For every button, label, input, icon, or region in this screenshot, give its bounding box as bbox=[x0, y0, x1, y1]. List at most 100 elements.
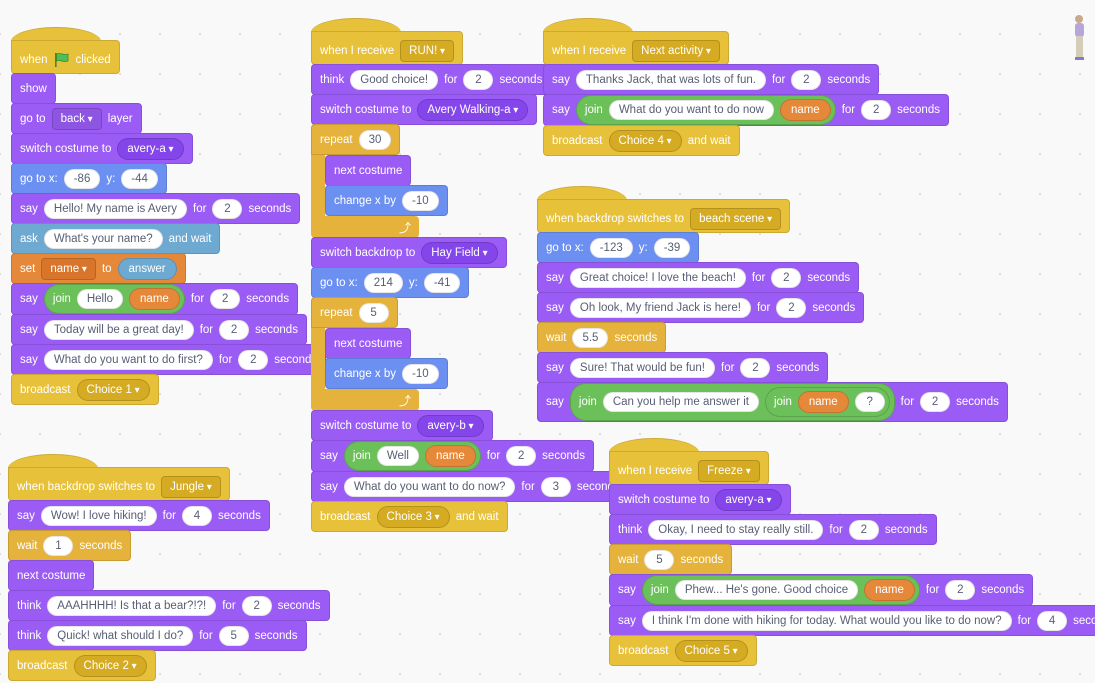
text-input[interactable]: -86 bbox=[63, 168, 101, 189]
text-input[interactable]: Can you help me answer it bbox=[602, 392, 759, 412]
looks-block[interactable]: say Thanks Jack, that was lots of fun. for… bbox=[543, 64, 880, 95]
text-input[interactable]: What do you want to do now bbox=[608, 100, 774, 120]
text-input[interactable]: 2 bbox=[238, 349, 269, 370]
looks-block[interactable]: say join Phew... He's gone. Good choice nam… bbox=[609, 574, 1034, 606]
text-input[interactable]: Okay, I need to stay really still. bbox=[648, 519, 824, 540]
events-block[interactable]: broadcast Choice 2 bbox=[8, 650, 156, 681]
looks-block[interactable]: say join Hello name for 2 seconds bbox=[11, 283, 299, 315]
looks-block[interactable]: say What do you want to do now? for 3 second… bbox=[311, 471, 629, 502]
text-input[interactable]: 2 bbox=[848, 519, 879, 540]
text-input[interactable]: 2 bbox=[945, 580, 976, 600]
looks-block[interactable]: say join What do you want to do now name for… bbox=[543, 94, 949, 126]
text-input[interactable]: -41 bbox=[423, 272, 461, 293]
variable-reporter[interactable]: name bbox=[797, 391, 849, 413]
looks-block[interactable]: think Good choice! for 2 seconds bbox=[311, 64, 552, 95]
looks-block[interactable]: think Okay, I need to stay really still. f… bbox=[609, 514, 937, 545]
text-input[interactable]: 2 bbox=[791, 69, 822, 90]
text-input[interactable]: Good choice! bbox=[350, 69, 439, 90]
text-input[interactable]: -44 bbox=[121, 168, 158, 189]
text-input[interactable]: 2 bbox=[771, 267, 802, 288]
looks-block[interactable]: say Wow! I love hiking! for 4 seconds bbox=[8, 500, 270, 531]
dropdown-menu[interactable]: Avery Walking-a bbox=[417, 98, 529, 121]
text-input[interactable]: Great choice! I love the beach! bbox=[569, 267, 746, 288]
script-stack[interactable]: when clicked show go to back layer switch cost… bbox=[11, 27, 327, 405]
join-operator-block[interactable]: join Phew... He's gone. Good choice name bbox=[641, 575, 920, 605]
text-input[interactable]: AAAHHHH! Is that a bear?!?! bbox=[47, 595, 217, 616]
sensing-block[interactable]: ask What's your name? and wait bbox=[11, 223, 221, 254]
looks-block[interactable]: say Great choice! I love the beach! for 2 se… bbox=[537, 262, 860, 293]
text-input[interactable]: ? bbox=[854, 392, 885, 412]
motion-block[interactable]: change x by -10 bbox=[325, 185, 448, 216]
text-input[interactable]: Today will be a great day! bbox=[43, 319, 194, 340]
hat-events-block[interactable]: when I receive RUN! bbox=[311, 18, 464, 65]
script-stack[interactable]: when backdrop switches tobeach scenego t… bbox=[537, 186, 1008, 422]
looks-block[interactable]: switch costume to avery-a bbox=[11, 133, 193, 164]
looks-block[interactable]: say join Well name for 2 seconds bbox=[311, 440, 595, 472]
text-input[interactable]: Wow! I love hiking! bbox=[40, 505, 157, 526]
looks-block[interactable]: say Hello! My name is Avery for 2 seconds bbox=[11, 193, 301, 224]
looks-block[interactable]: say I think I'm done with hiking for toda… bbox=[609, 605, 1095, 636]
dropdown-menu[interactable]: Choice 3 bbox=[376, 505, 450, 528]
dropdown-field[interactable]: back bbox=[51, 107, 102, 130]
looks-block[interactable]: say What do you want to do first? for 2 seco… bbox=[11, 344, 327, 375]
looks-block[interactable]: next costume bbox=[325, 328, 412, 359]
motion-block[interactable]: go to x: 214 y: -41 bbox=[311, 267, 470, 298]
control-block[interactable]: wait 5 seconds bbox=[609, 544, 733, 575]
variable-reporter[interactable]: name bbox=[129, 288, 180, 310]
dropdown-menu[interactable]: avery-b bbox=[417, 414, 484, 437]
looks-block[interactable]: switch backdrop to Hay Field bbox=[311, 237, 507, 268]
text-input[interactable]: -10 bbox=[402, 190, 439, 211]
looks-block[interactable]: say Sure! That would be fun! for 2 seconds bbox=[537, 352, 829, 383]
text-input[interactable]: 2 bbox=[506, 446, 537, 466]
looks-block[interactable]: show bbox=[11, 73, 56, 104]
script-stack[interactable]: when backdrop switches to Jungle say Wow! I… bbox=[8, 454, 330, 681]
looks-block[interactable]: switch costume to avery-b bbox=[311, 410, 493, 441]
repeat-block-header[interactable]: repeat 5 bbox=[311, 297, 398, 328]
repeat-block[interactable]: repeat 5 next costume change x by -10 ⤴ bbox=[311, 297, 448, 411]
text-input[interactable]: 4 bbox=[1037, 610, 1068, 631]
looks-block[interactable]: think Quick! what should I do? for 5 seconds bbox=[8, 620, 307, 651]
variable-reporter[interactable]: name bbox=[779, 99, 831, 121]
looks-block[interactable]: next costume bbox=[8, 560, 95, 591]
sprite-thumbnail[interactable] bbox=[1071, 14, 1087, 62]
text-input[interactable]: -10 bbox=[402, 363, 439, 384]
text-input[interactable]: What's your name? bbox=[43, 228, 163, 249]
events-block[interactable]: broadcast Choice 1 bbox=[11, 374, 159, 405]
text-input[interactable]: Oh look, My friend Jack is here! bbox=[569, 297, 751, 318]
motion-block[interactable]: go to x: -123 y: -39 bbox=[537, 232, 700, 263]
text-input[interactable]: Hello bbox=[76, 289, 124, 309]
hat-events-block[interactable]: when clicked bbox=[11, 27, 120, 74]
looks-block[interactable]: say Oh look, My friend Jack is here! for 2 s… bbox=[537, 292, 865, 323]
text-input[interactable]: 2 bbox=[219, 319, 250, 340]
text-input[interactable]: 2 bbox=[210, 289, 241, 309]
text-input[interactable]: -39 bbox=[653, 237, 691, 258]
dropdown-menu[interactable]: Choice 5 bbox=[674, 639, 748, 662]
text-input[interactable]: Hello! My name is Avery bbox=[43, 198, 188, 219]
dropdown-field[interactable]: Jungle bbox=[161, 476, 221, 498]
text-input[interactable]: 2 bbox=[920, 392, 951, 412]
events-block[interactable]: broadcast Choice 3 and wait bbox=[311, 501, 508, 532]
join-operator-block[interactable]: join Hello name bbox=[43, 284, 185, 314]
variables-block[interactable]: setnameto answer bbox=[11, 253, 186, 284]
looks-block[interactable]: next costume bbox=[325, 155, 412, 186]
text-input[interactable]: 2 bbox=[861, 100, 892, 120]
text-input[interactable]: 214 bbox=[363, 272, 403, 293]
text-input[interactable]: 1 bbox=[43, 535, 74, 556]
looks-block[interactable]: go to back layer bbox=[11, 103, 142, 134]
events-block[interactable]: broadcast Choice 4 and wait bbox=[543, 125, 740, 156]
script-stack[interactable]: when I receive Next activity say Thanks Jac… bbox=[543, 18, 949, 156]
text-input[interactable]: Sure! That would be fun! bbox=[569, 357, 715, 378]
dropdown-menu[interactable]: avery-a bbox=[117, 137, 184, 160]
text-input[interactable]: 5 bbox=[644, 549, 675, 570]
variable-reporter[interactable]: name bbox=[864, 579, 915, 601]
dropdown-menu[interactable]: Choice 4 bbox=[608, 129, 682, 152]
dropdown-menu[interactable]: Hay Field bbox=[421, 241, 498, 264]
variable-reporter[interactable]: name bbox=[424, 445, 476, 467]
text-input[interactable]: Phew... He's gone. Good choice bbox=[674, 580, 859, 600]
repeat-block-header[interactable]: repeat 30 bbox=[311, 124, 401, 155]
looks-block[interactable]: switch costume to avery-a bbox=[609, 484, 791, 515]
join-operator-block[interactable]: join name? bbox=[764, 387, 890, 417]
text-input[interactable]: Well bbox=[376, 446, 419, 466]
control-block[interactable]: wait 1 seconds bbox=[8, 530, 132, 561]
looks-block[interactable]: think AAAHHHH! Is that a bear?!?! for 2 seco… bbox=[8, 590, 330, 621]
